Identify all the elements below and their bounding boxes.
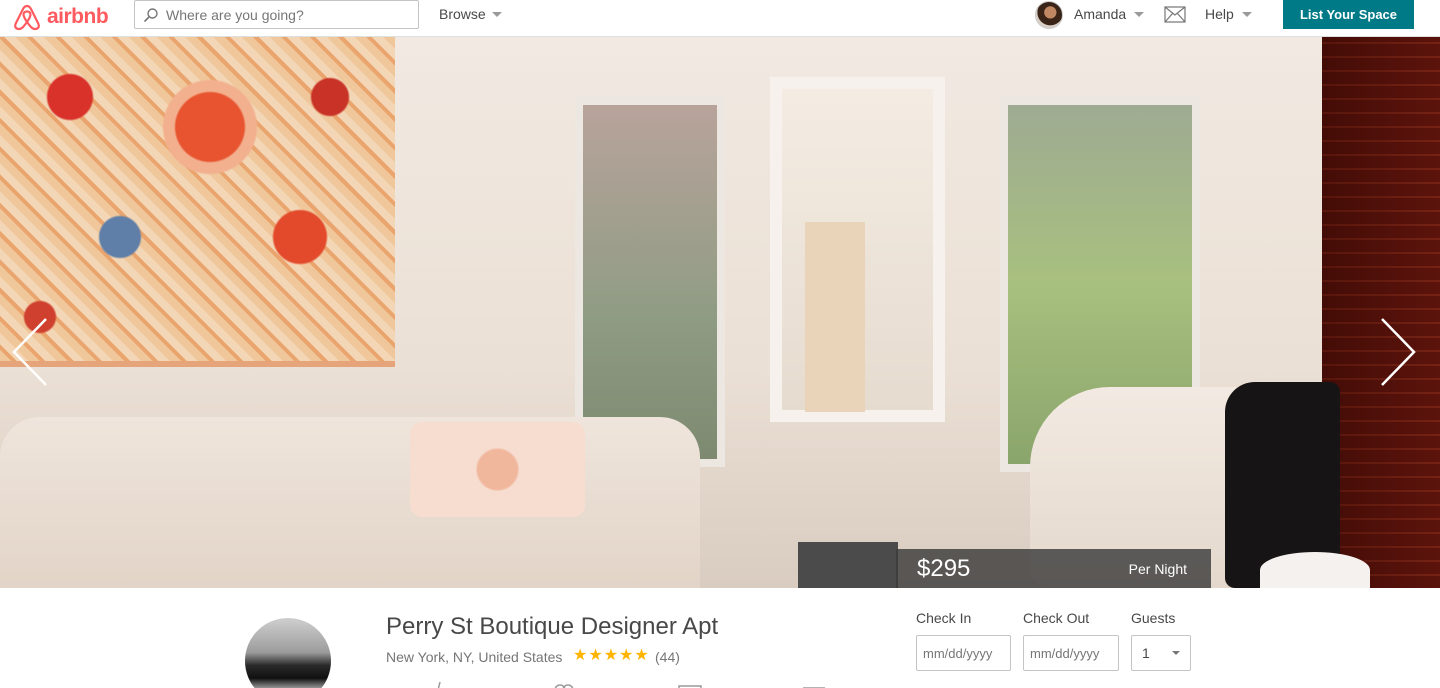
search-icon [144,7,158,22]
listing-photo-carousel: $295 Per Night [0,37,1440,588]
next-photo-button[interactable] [1378,317,1418,387]
star-icon: ★ [573,647,588,664]
host-avatar[interactable] [243,616,333,688]
star-icon: ★ [603,647,619,664]
chevron-down-icon [1172,651,1180,655]
beds-icon [803,687,825,688]
price-period: Per Night [1128,560,1187,577]
listing-title: Perry St Boutique Designer Apt [386,613,719,640]
rating-stars: ★ ★ ★ ★ ★ [573,647,649,665]
star-icon: ★ [634,647,649,664]
check-out-label: Check Out [1023,610,1090,626]
photo-pillow [410,422,585,517]
photo-window [575,97,725,467]
room-type-icon [437,681,441,688]
search-input[interactable] [166,6,406,23]
user-menu[interactable]: Amanda [1074,6,1145,22]
airbnb-logo[interactable]: airbnb [12,3,109,31]
check-out-input[interactable] [1023,635,1119,671]
chevron-down-icon [1241,11,1252,17]
nightly-price: $295 [917,554,971,582]
logo-wordmark: airbnb [47,5,109,28]
guests-value: 1 [1142,645,1150,661]
review-count-link[interactable]: (44) [655,649,680,665]
star-icon: ★ [619,647,634,664]
price-banner: $295 Per Night [896,549,1211,588]
star-icon: ★ [588,647,603,664]
messages-button[interactable] [1164,6,1186,28]
list-your-space-button[interactable]: List Your Space [1283,0,1414,29]
chevron-right-icon [1381,318,1416,386]
airbnb-belo-icon [14,4,40,31]
chevron-down-icon [491,11,502,17]
check-in-label: Check In [916,610,972,626]
user-name-label: Amanda [1074,6,1127,22]
previous-photo-button[interactable] [10,317,50,387]
photo-sofa [0,417,700,588]
guests-select[interactable]: 1 [1131,635,1191,671]
guests-icon [554,684,574,688]
chevron-down-icon [1134,11,1145,17]
check-in-input[interactable] [916,635,1011,671]
browse-menu[interactable]: Browse [439,6,502,22]
listing-location[interactable]: New York, NY, United States [386,649,562,665]
photo-stool [1260,552,1370,588]
browse-label: Browse [439,6,486,22]
help-label: Help [1205,6,1234,22]
photo-table [798,542,898,588]
chevron-left-icon [12,318,47,386]
bedrooms-icon [678,685,702,688]
photo-tapestry [0,37,395,367]
mail-icon [1164,6,1186,23]
help-menu[interactable]: Help [1205,6,1252,22]
top-nav: airbnb Browse Amanda Help List Your Spac… [0,0,1440,37]
search-bar[interactable] [134,0,419,29]
user-avatar[interactable] [1035,1,1063,29]
photo-door [805,222,865,412]
guests-label: Guests [1131,610,1176,626]
